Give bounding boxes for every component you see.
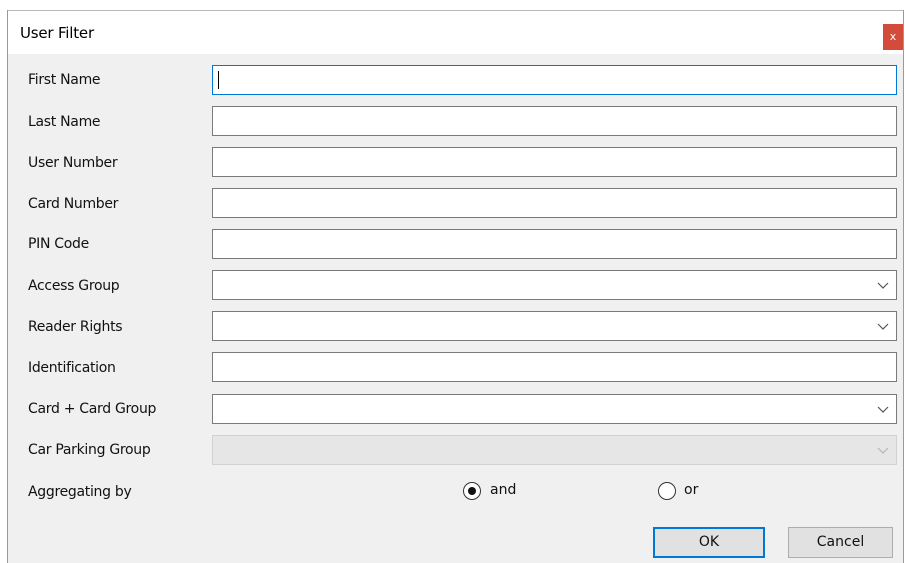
access-group-select[interactable] [212, 270, 897, 300]
radio-or-label[interactable]: or [684, 482, 698, 498]
user-filter-dialog: User Filter x First Name Last Name User … [7, 10, 904, 563]
ok-button[interactable]: OK [653, 527, 765, 558]
radio-and-button[interactable] [463, 482, 481, 500]
radio-or-button[interactable] [658, 482, 676, 500]
dialog-title: User Filter [20, 24, 94, 42]
access-group-label: Access Group [28, 278, 120, 294]
chevron-down-icon [877, 323, 889, 330]
title-bar[interactable]: User Filter x [8, 10, 903, 54]
chevron-down-icon [877, 282, 889, 289]
user-number-label: User Number [28, 155, 118, 171]
card-card-group-label: Card + Card Group [28, 401, 157, 417]
close-icon: x [889, 30, 897, 43]
card-number-input[interactable] [212, 188, 897, 218]
last-name-input[interactable] [212, 106, 897, 136]
first-name-label: First Name [28, 72, 101, 88]
aggregating-by-label: Aggregating by [28, 484, 132, 500]
chevron-down-icon [877, 406, 889, 413]
identification-label: Identification [28, 360, 116, 376]
radio-and-label[interactable]: and [490, 482, 516, 498]
cancel-button[interactable]: Cancel [788, 527, 893, 558]
first-name-input[interactable] [212, 65, 897, 95]
pin-code-label: PIN Code [28, 236, 89, 252]
car-parking-group-select [212, 435, 897, 465]
close-button[interactable]: x [883, 24, 903, 50]
reader-rights-select[interactable] [212, 311, 897, 341]
last-name-label: Last Name [28, 114, 101, 130]
text-caret [218, 71, 219, 89]
user-number-input[interactable] [212, 147, 897, 177]
radio-selected-dot [468, 487, 476, 495]
pin-code-input[interactable] [212, 229, 897, 259]
card-card-group-select[interactable] [212, 394, 897, 424]
car-parking-group-label: Car Parking Group [28, 442, 151, 458]
card-number-label: Card Number [28, 196, 119, 212]
reader-rights-label: Reader Rights [28, 319, 123, 335]
identification-input[interactable] [212, 352, 897, 382]
chevron-down-icon [877, 447, 889, 454]
